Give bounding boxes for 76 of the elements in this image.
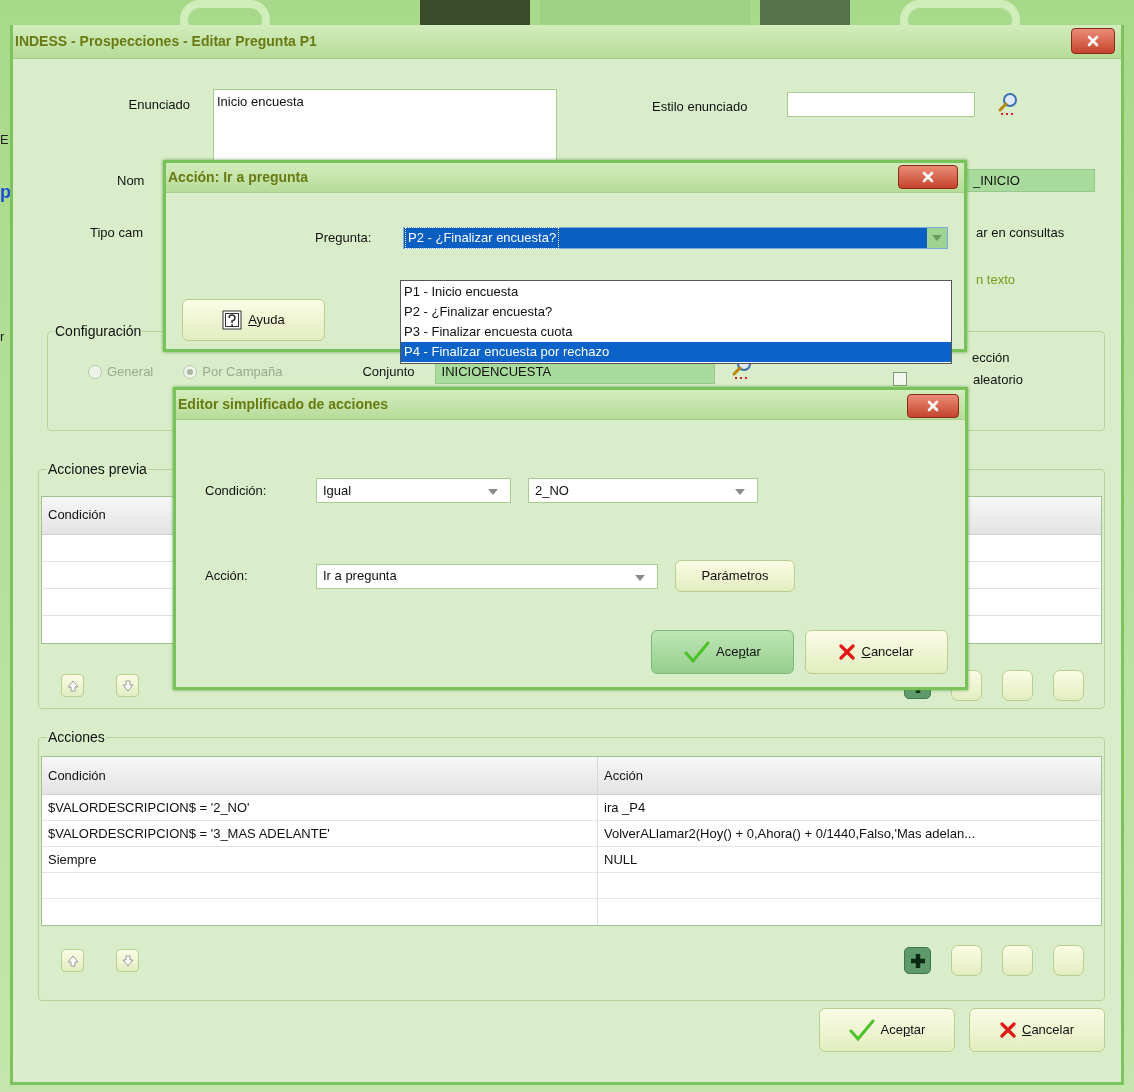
close-icon [927,400,939,412]
dropdown-button[interactable] [927,228,947,248]
table-cell: $VALORDESCRIPCION$ = '2_NO' [42,795,598,820]
radio-label: Por Campaña [202,363,283,382]
close-button[interactable] [1071,28,1115,54]
table-cell-text: ira _P4 [603,799,647,817]
background-text: r [0,328,5,346]
background-text: E [0,131,9,149]
move-down-button[interactable] [116,949,139,972]
field-label: Pregunta: [315,229,373,248]
table-cell: Siempre [42,847,598,872]
dropdown[interactable]: 2_NO [528,478,758,503]
statement-input[interactable]: Inicio encuesta [213,89,557,162]
dropdown-option[interactable]: P1 - Inicio encuesta [401,282,951,302]
window-title: INDESS - Prospecciones - Editar Pregunta P1 [13,25,1121,59]
dropdown-option[interactable]: P3 - Finalizar encuesta cuota [401,322,951,342]
option-label: ar en consultas [976,224,1065,243]
field-label: Estilo enunciado [652,98,749,116]
cross-icon [1000,1022,1016,1038]
toolbar-button[interactable] [1002,945,1033,976]
table-cell: $VALORDESCRIPCION$ = '3_MAS ADELANTE' [42,821,598,846]
window-title: Editor simplificado de acciones [176,390,965,420]
toolbar-button[interactable] [1053,670,1084,701]
toolbar-button[interactable] [1002,670,1033,701]
toolbar-button[interactable] [951,945,982,976]
accept-button[interactable]: Aceptar [651,630,794,674]
move-down-button[interactable] [116,674,139,697]
group-label: Configuración [54,322,143,341]
option-label: ección [972,349,1011,367]
table-cell-text: VolverALlamar2(Hoy() + 0,Ahora() + 0/1440,Falso,'Mas adelan... [603,825,976,843]
field-label: Conjunto [362,363,415,382]
dropdown[interactable]: P2 - ¿Finalizar encuesta? [403,227,948,249]
check-icon [684,640,711,664]
group-label: Acciones [47,728,106,747]
parameters-button[interactable]: Parámetros [675,560,795,592]
checkbox-label: aleatorio [973,370,1023,389]
dropdown-arrow-icon [488,489,498,495]
cross-icon [839,644,856,660]
move-up-button[interactable] [61,674,84,697]
field-label: Enunciado [127,96,190,114]
dropdown[interactable]: Igual [316,478,511,503]
search-icon[interactable] [997,92,1019,116]
dropdown-option[interactable]: P2 - ¿Finalizar encuesta? [401,302,951,322]
check-icon [848,1018,875,1042]
toolbar-button[interactable] [1053,945,1084,976]
field-label: Acción: [205,567,249,586]
close-icon [922,171,934,183]
dropdown-arrow-icon [735,489,745,495]
background-text: p [0,182,11,202]
down-arrow-icon [119,677,136,694]
radio-label: General [107,363,154,382]
down-arrow-icon [119,952,136,969]
column-header: Acción [603,767,645,785]
close-icon [1087,35,1099,47]
help-icon [222,310,243,330]
field-label: Tipo cam [90,224,144,243]
field-label: Condición: [205,481,268,500]
style-input[interactable] [787,92,975,117]
group-label: Acciones previa [47,460,148,479]
field-label: Nom [117,171,146,190]
move-up-button[interactable] [61,949,84,972]
accept-button[interactable]: Aceptar [819,1008,955,1052]
close-button[interactable] [898,165,958,189]
help-button[interactable]: Ayuda [182,299,325,341]
add-button[interactable] [904,947,931,974]
column-header: Condición [42,757,598,794]
dropdown-option[interactable]: P4 - Finalizar encuesta por rechazo [401,342,951,362]
cancel-button[interactable]: Cancelar [805,630,948,674]
dropdown[interactable]: Ir a pregunta [316,563,658,589]
close-button[interactable] [907,394,959,418]
dropdown-arrow-icon [635,574,645,581]
plus-icon [908,951,927,970]
dropdown-arrow-icon [932,235,942,241]
table-cell-text: NULL [603,851,639,869]
window-title: Acción: Ir a pregunta [166,163,964,193]
cancel-button[interactable]: Cancelar [969,1008,1105,1052]
